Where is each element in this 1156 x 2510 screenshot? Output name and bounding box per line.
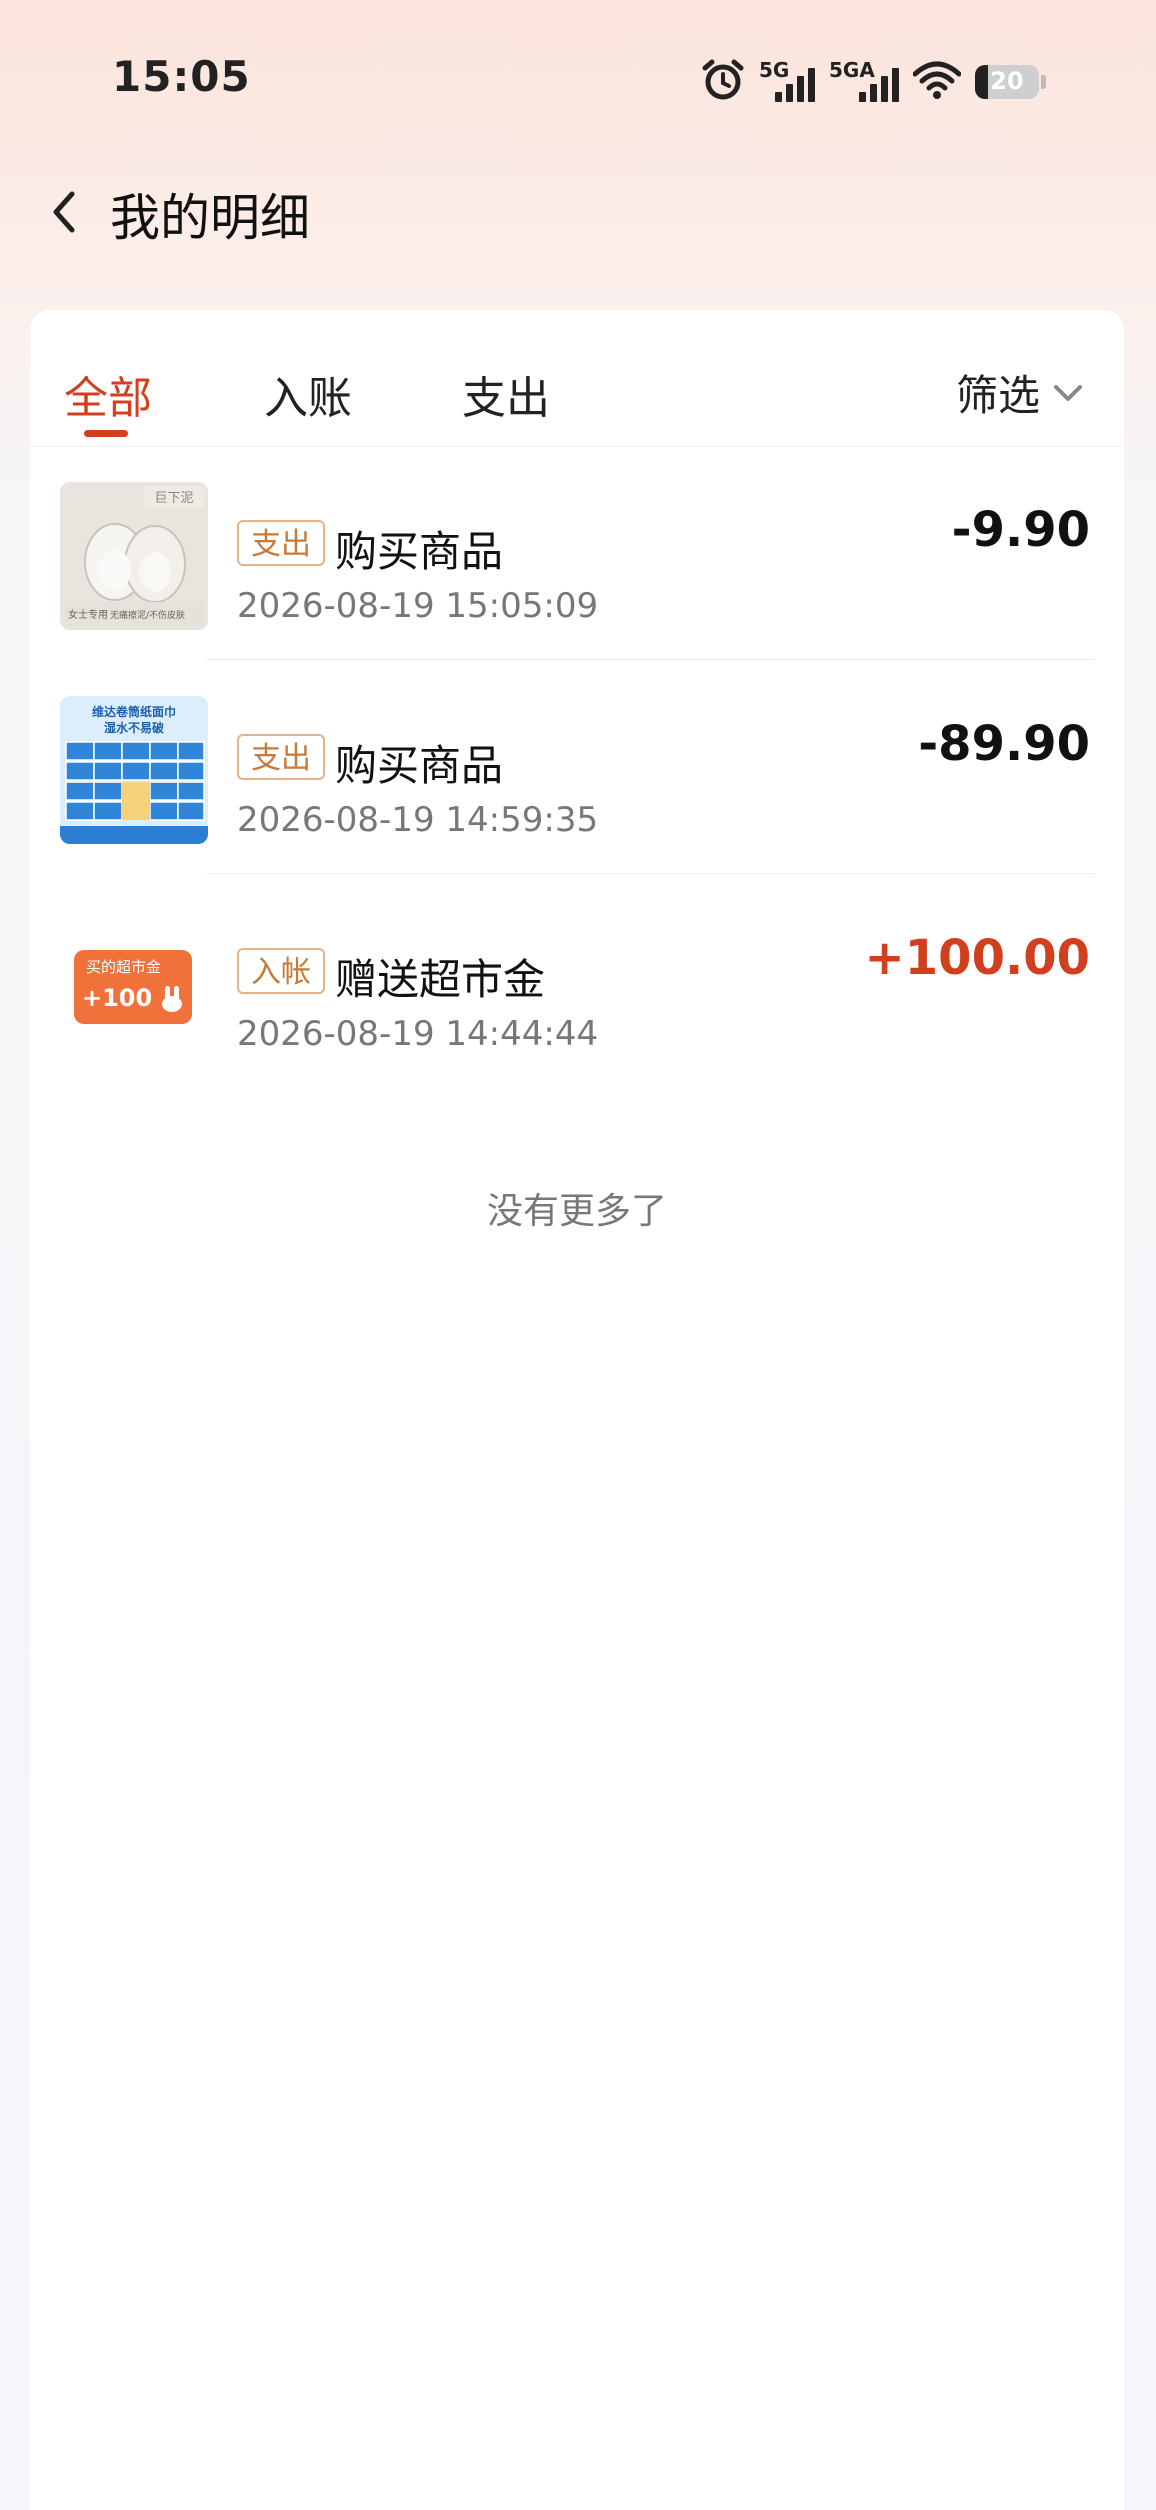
page-title: 我的明细 <box>110 189 310 247</box>
chevron-down-icon <box>1054 384 1082 401</box>
details-card: 全部 入账 支出 筛选 巨下泥 女士专用 无痛擦泥/不伤皮肤 支出 购买商品 2… <box>30 310 1124 2510</box>
svg-text:女士专用: 女士专用 <box>68 608 108 621</box>
signal-5ga-icon: 5GA <box>829 58 899 106</box>
svg-text:巨下泥: 巨下泥 <box>154 491 193 506</box>
transaction-amount: -9.90 <box>951 502 1090 558</box>
status-bar: 15:05 5G 5GA 20 <box>0 0 1156 160</box>
filter-label: 筛选 <box>955 371 1040 420</box>
wifi-icon <box>912 60 962 104</box>
transaction-time: 2026-08-19 15:05:09 <box>237 586 599 626</box>
transaction-row[interactable]: 巨下泥 女士专用 无痛擦泥/不伤皮肤 支出 购买商品 2026-08-19 15… <box>30 446 1124 660</box>
transaction-time: 2026-08-19 14:59:35 <box>237 800 599 840</box>
transaction-time: 2026-08-19 14:44:44 <box>237 1014 599 1054</box>
transaction-name: 赠送超市金 <box>335 955 546 1004</box>
supermarket-credit-icon: 买的超市金 +100 <box>60 910 208 1058</box>
transaction-tag: 支出 <box>237 520 325 566</box>
back-button[interactable] <box>40 182 90 242</box>
no-more-text: 没有更多了 <box>486 1191 667 1232</box>
battery-tip <box>1041 75 1046 89</box>
tab-active-indicator <box>84 430 128 437</box>
tab-bar: 全部 入账 支出 筛选 <box>30 310 1124 447</box>
tab-all[interactable]: 全部 <box>64 362 152 426</box>
transaction-amount: -89.90 <box>918 716 1090 772</box>
svg-text:维达卷筒纸面巾: 维达卷筒纸面巾 <box>92 704 176 719</box>
svg-text:无痛擦泥/不伤皮肤: 无痛擦泥/不伤皮肤 <box>110 609 185 621</box>
transaction-name: 购买商品 <box>335 741 504 790</box>
status-time: 15:05 <box>112 52 251 101</box>
filter-button[interactable]: 筛选 <box>956 362 1084 423</box>
signal-5g-icon: 5G <box>759 58 815 106</box>
tab-expense[interactable]: 支出 <box>462 362 550 426</box>
battery-icon: 20 <box>975 65 1039 99</box>
transaction-amount: +100.00 <box>864 930 1090 986</box>
chevron-left-icon <box>53 191 75 233</box>
transaction-row[interactable]: 买的超市金 +100 入帐 赠送超市金 2026-08-19 14:44:44 … <box>30 874 1124 1088</box>
transaction-row[interactable]: 维达卷筒纸面巾 湿水不易破 支出 购买商品 2026-08-19 14:59:3… <box>30 660 1124 874</box>
tab-income[interactable]: 入账 <box>264 362 352 426</box>
product-thumbnail: 维达卷筒纸面巾 湿水不易破 <box>60 696 208 844</box>
transaction-tag: 入帐 <box>237 948 325 994</box>
product-thumbnail: 巨下泥 女士专用 无痛擦泥/不伤皮肤 <box>60 482 208 630</box>
svg-text:+100: +100 <box>82 984 152 1012</box>
svg-text:买的超市金: 买的超市金 <box>86 958 161 976</box>
transaction-name: 购买商品 <box>335 527 504 576</box>
status-icons: 5G 5GA 20 <box>701 56 1046 108</box>
svg-text:湿水不易破: 湿水不易破 <box>104 720 164 735</box>
transaction-tag: 支出 <box>237 734 325 780</box>
alarm-icon <box>701 58 745 106</box>
